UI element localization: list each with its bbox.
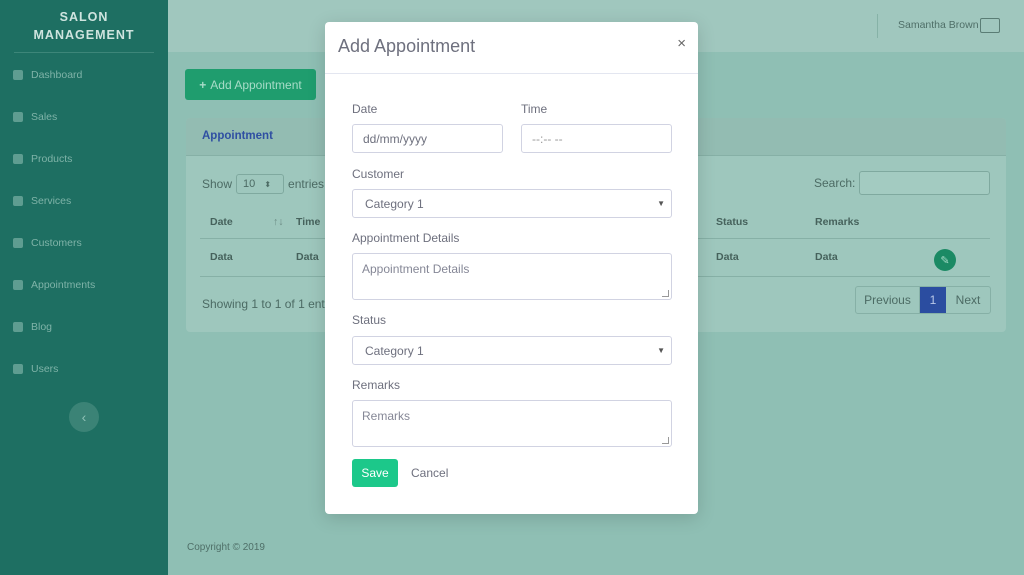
appointments-icon <box>13 280 23 290</box>
customers-icon <box>13 238 23 248</box>
sidebar-item-label: Users <box>31 363 59 375</box>
sidebar-item-products[interactable]: Products <box>0 138 168 180</box>
status-label: Status <box>352 313 387 327</box>
sidebar-item-blog[interactable]: Blog <box>0 306 168 348</box>
add-appointment-label: Add Appointment <box>210 77 302 92</box>
cell-time: Data <box>296 251 319 263</box>
remarks-textarea[interactable]: Remarks <box>352 400 672 447</box>
caret-down-icon: ▼ <box>657 199 665 208</box>
previous-page-button[interactable]: Previous <box>856 287 920 313</box>
cancel-button[interactable]: Cancel <box>411 466 448 480</box>
sort-arrows-icon: ⬍ <box>264 180 272 189</box>
entries-select[interactable]: 10 ⬍ <box>236 174 285 194</box>
entries-length-control: Show 10 ⬍ entries <box>202 174 324 194</box>
sidebar-item-label: Sales <box>31 111 58 123</box>
sidebar-item-label: Services <box>31 195 72 207</box>
sort-icon: ↑↓ <box>273 216 284 228</box>
sales-icon <box>13 112 23 122</box>
time-input[interactable]: --:-- -- <box>521 124 672 153</box>
edit-button[interactable]: ✎ <box>934 249 956 271</box>
resize-handle-icon[interactable] <box>662 290 669 297</box>
sidebar-item-label: Dashboard <box>31 69 83 81</box>
sidebar-item-dashboard[interactable]: Dashboard <box>0 54 168 96</box>
user-profile-icon[interactable] <box>980 18 1000 33</box>
date-label: Date <box>352 102 378 116</box>
remarks-label: Remarks <box>352 378 401 392</box>
sidebar-item-label: Blog <box>31 321 53 333</box>
customer-select[interactable]: Category 1 ▼ <box>352 189 672 218</box>
sidebar-item-users[interactable]: Users <box>0 348 168 390</box>
appointment-details-label: Appointment Details <box>352 231 460 245</box>
table-info: Showing 1 to 1 of 1 entries <box>202 297 345 311</box>
add-appointment-modal: Add Appointment × Date dd/mm/yyyy Time -… <box>325 22 698 514</box>
customer-select-value: Category 1 <box>365 197 424 211</box>
appointment-details-textarea[interactable]: Appointment Details <box>352 253 672 300</box>
caret-down-icon: ▼ <box>657 346 665 355</box>
cell-status: Data <box>716 251 739 263</box>
modal-title: Add Appointment <box>338 36 476 56</box>
user-name[interactable]: Samantha Brown <box>898 19 979 31</box>
sidebar-item-customers[interactable]: Customers <box>0 222 168 264</box>
plus-icon: + <box>199 77 207 92</box>
modal-header: Add Appointment × <box>325 22 698 74</box>
remarks-placeholder: Remarks <box>362 409 411 423</box>
cell-date: Data <box>210 251 233 263</box>
sidebar-item-label: Products <box>31 153 73 165</box>
date-input[interactable]: dd/mm/yyyy <box>352 124 503 153</box>
sidebar-toggle-button[interactable]: ‹ <box>69 402 99 432</box>
column-header-status[interactable]: Status <box>716 216 748 228</box>
entries-label: entries <box>288 177 325 191</box>
search-input[interactable] <box>859 171 990 195</box>
add-appointment-button[interactable]: + Add Appointment <box>185 69 316 100</box>
time-label: Time <box>521 102 548 116</box>
appointment-details-placeholder: Appointment Details <box>362 262 470 276</box>
topbar-divider <box>877 14 878 38</box>
brand-logo[interactable]: SALON MANAGEMENT <box>0 0 168 52</box>
brand-line-1: SALON <box>59 10 109 24</box>
edit-icon: ✎ <box>940 254 950 267</box>
sidebar-item-services[interactable]: Services <box>0 180 168 222</box>
products-icon <box>13 154 23 164</box>
sidebar-item-label: Appointments <box>31 279 96 291</box>
search-label: Search: <box>814 176 856 190</box>
column-header-remarks[interactable]: Remarks <box>815 216 859 228</box>
entries-select-value: 10 <box>243 178 256 190</box>
sidebar-item-appointments[interactable]: Appointments <box>0 264 168 306</box>
sidebar-item-sales[interactable]: Sales <box>0 96 168 138</box>
close-icon[interactable]: × <box>677 35 686 52</box>
cell-remarks: Data <box>815 251 838 263</box>
page-1-button[interactable]: 1 <box>920 287 946 313</box>
show-label: Show <box>202 177 233 191</box>
user-icon <box>13 364 23 374</box>
dashboard-icon <box>13 70 23 80</box>
customer-label: Customer <box>352 167 405 181</box>
sidebar-item-label: Customers <box>31 237 82 249</box>
column-header-time[interactable]: Time <box>296 216 320 228</box>
pagination: Previous 1 Next <box>855 286 991 314</box>
resize-handle-icon[interactable] <box>662 437 669 444</box>
services-icon <box>13 196 23 206</box>
status-select-value: Category 1 <box>365 344 424 358</box>
rss-icon <box>13 322 23 332</box>
sidebar: SALON MANAGEMENT Dashboard Sales Product… <box>0 0 168 575</box>
status-select[interactable]: Category 1 ▼ <box>352 336 672 365</box>
save-button[interactable]: Save <box>352 459 398 487</box>
next-page-button[interactable]: Next <box>946 287 990 313</box>
column-header-date[interactable]: Date <box>210 216 233 228</box>
chevron-left-icon: ‹ <box>81 409 87 425</box>
brand-line-2: MANAGEMENT <box>33 28 135 42</box>
copyright: Copyright © 2019 <box>187 542 265 553</box>
